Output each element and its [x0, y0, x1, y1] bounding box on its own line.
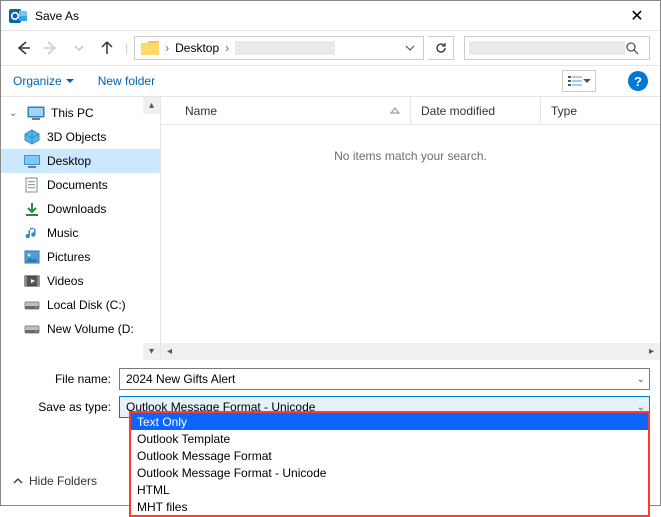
search-icon[interactable]	[625, 41, 649, 55]
pc-icon	[27, 105, 45, 121]
drive-icon	[23, 321, 41, 337]
drive-icon	[23, 297, 41, 313]
hide-folders-button[interactable]: Hide Folders	[13, 474, 97, 488]
videos-icon	[23, 273, 41, 289]
title-bar: Save As ✕	[1, 1, 660, 31]
folder-icon	[141, 40, 159, 56]
column-headers: Name Date modified Type	[161, 97, 660, 125]
back-button[interactable]	[11, 36, 35, 60]
tree-item-pictures[interactable]: Pictures	[1, 245, 160, 269]
tree-label: Downloads	[47, 202, 106, 216]
tree-item-downloads[interactable]: Downloads	[1, 197, 160, 221]
tree-label: Videos	[47, 274, 83, 288]
empty-message: No items match your search.	[161, 149, 660, 163]
help-button[interactable]: ?	[628, 71, 648, 91]
tree-label: New Volume (D:	[47, 322, 134, 336]
column-type[interactable]: Type	[541, 97, 660, 124]
scroll-right[interactable]: ▸	[643, 343, 660, 360]
tree-scroll-up[interactable]: ▴	[143, 97, 160, 114]
cube-icon	[23, 129, 41, 145]
view-options-button[interactable]	[562, 70, 596, 92]
tree-scroll-down[interactable]: ▾	[143, 343, 160, 360]
chevron-right-icon[interactable]: ›	[223, 41, 231, 55]
recent-locations-button[interactable]	[67, 36, 91, 60]
search-box[interactable]	[464, 36, 650, 60]
chevron-right-icon[interactable]: ›	[163, 41, 171, 55]
sort-asc-icon	[390, 107, 400, 115]
save-as-type-dropdown[interactable]: Text OnlyOutlook TemplateOutlook Message…	[129, 411, 650, 517]
chevron-down-icon[interactable]: ⌄	[637, 374, 645, 385]
filename-input[interactable]: 2024 New Gifts Alert ⌄	[119, 368, 650, 390]
breadcrumb-redacted	[235, 41, 335, 55]
expand-icon[interactable]: ⌄	[9, 108, 21, 119]
nav-row: | › Desktop ›	[1, 31, 660, 65]
dropdown-option[interactable]: Outlook Message Format - Unicode	[131, 464, 648, 481]
tree-label: This PC	[51, 106, 94, 120]
breadcrumb-desktop[interactable]: Desktop	[171, 41, 223, 55]
forward-button[interactable]	[39, 36, 63, 60]
column-date[interactable]: Date modified	[411, 97, 541, 124]
horizontal-scrollbar[interactable]: ◂ ▸	[161, 343, 660, 360]
filename-label: File name:	[11, 372, 119, 386]
chevron-up-icon	[13, 476, 23, 486]
desktop-icon	[23, 153, 41, 169]
nav-separator: |	[125, 41, 128, 55]
downloads-icon	[23, 201, 41, 217]
address-bar[interactable]: › Desktop ›	[134, 36, 424, 60]
tree-item-3d-objects[interactable]: 3D Objects	[1, 125, 160, 149]
tree-item-desktop[interactable]: Desktop	[1, 149, 160, 173]
new-folder-label: New folder	[98, 74, 155, 88]
file-list-area: Name Date modified Type No items match y…	[161, 97, 660, 360]
tree-label: Desktop	[47, 154, 91, 168]
scroll-left[interactable]: ◂	[161, 343, 178, 360]
dropdown-option[interactable]: HTML	[131, 481, 648, 498]
up-button[interactable]	[95, 36, 119, 60]
tree-item-this-pc[interactable]: ⌄ This PC	[1, 101, 160, 125]
music-icon	[23, 225, 41, 241]
tree-label: Pictures	[47, 250, 90, 264]
tree-label: 3D Objects	[47, 130, 106, 144]
save-as-type-label: Save as type:	[11, 400, 119, 414]
organize-menu[interactable]: Organize	[13, 74, 74, 88]
dropdown-option[interactable]: MHT files	[131, 498, 648, 515]
new-folder-button[interactable]: New folder	[98, 74, 155, 88]
tree-label: Music	[47, 226, 78, 240]
organize-label: Organize	[13, 74, 62, 88]
search-placeholder-redacted	[469, 41, 625, 55]
refresh-button[interactable]	[428, 36, 454, 60]
tree-item-new-volume-d-[interactable]: New Volume (D:	[1, 317, 160, 341]
pictures-icon	[23, 249, 41, 265]
tree-item-documents[interactable]: Documents	[1, 173, 160, 197]
dropdown-option[interactable]: Outlook Template	[131, 430, 648, 447]
dropdown-option[interactable]: Text Only	[131, 413, 648, 430]
close-button[interactable]: ✕	[614, 1, 660, 30]
address-dropdown-button[interactable]	[401, 43, 419, 53]
tree-label: Documents	[47, 178, 108, 192]
dropdown-option[interactable]: Outlook Message Format	[131, 447, 648, 464]
tree-item-videos[interactable]: Videos	[1, 269, 160, 293]
column-name[interactable]: Name	[161, 97, 411, 124]
nav-tree: ▴ ⌄ This PC 3D Objects Desktop Documents Do…	[1, 97, 161, 360]
tree-item-music[interactable]: Music	[1, 221, 160, 245]
outlook-icon	[9, 7, 27, 25]
docs-icon	[23, 177, 41, 193]
command-bar: Organize New folder ?	[1, 65, 660, 97]
window-title: Save As	[35, 9, 614, 23]
tree-item-local-disk-c-[interactable]: Local Disk (C:)	[1, 293, 160, 317]
tree-label: Local Disk (C:)	[47, 298, 126, 312]
